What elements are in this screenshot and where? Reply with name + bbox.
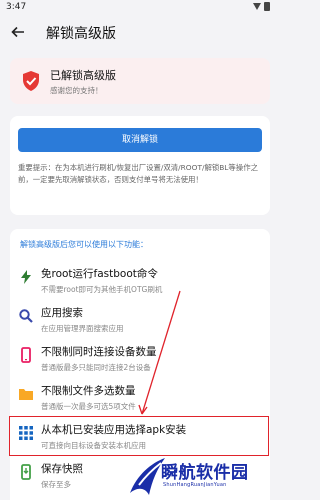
feature-desc: 不需要root即可为其他手机OTG刷机 — [41, 285, 163, 294]
unlock-badge-icon — [23, 71, 39, 91]
feature-title: 应用搜索 — [41, 307, 83, 319]
unlocked-subtitle: 感谢您的支持！ — [50, 86, 103, 95]
feature-fastboot: 免root运行fastboot命令 不需要root即可为其他手机OTG刷机 — [10, 263, 270, 299]
folder-icon — [19, 389, 33, 400]
app-bar: 解锁高级版 — [0, 14, 281, 50]
watermark: 瞬航软件园 ShunHangRuanJianYuan — [127, 455, 277, 499]
status-bar: 3:47 — [0, 0, 281, 14]
cancel-unlock-card: 取消解锁 重要提示：在为本机进行刷机/恢复出厂设置/双清/ROOT/解锁BL等操… — [10, 116, 270, 215]
page-title: 解锁高级版 — [46, 26, 116, 42]
feature-unlimited-devices: 不限制同时连接设备数量 普通版最多只能同时连接2台设备 — [10, 341, 270, 377]
feature-desc: 普通版最多只能同时连接2台设备 — [41, 363, 151, 372]
features-header: 解锁高级版后您可以使用以下功能： — [20, 240, 148, 249]
highlight-box — [9, 416, 269, 456]
feature-desc: 普通版一次最多可选5项文件 — [41, 402, 136, 411]
status-time: 3:47 — [6, 2, 27, 12]
feature-unlimited-multiselect: 不限制文件多选数量 普通版一次最多可选5项文件 — [10, 380, 270, 416]
back-arrow-icon[interactable] — [10, 24, 26, 40]
cancel-unlock-button[interactable]: 取消解锁 — [18, 128, 262, 152]
feature-desc: 保存至多 — [41, 480, 71, 489]
wifi-icon — [253, 3, 261, 10]
feature-title: 不限制同时连接设备数量 — [41, 346, 157, 358]
unlocked-title: 已解锁高级版 — [50, 69, 116, 82]
unlocked-status-card: 已解锁高级版 感谢您的支持！ — [10, 58, 270, 104]
phone-icon — [21, 347, 31, 363]
feature-title: 免root运行fastboot命令 — [41, 268, 158, 280]
important-notice: 重要提示：在为本机进行刷机/恢复出厂设置/双清/ROOT/解锁BL等操作之前，一… — [18, 163, 258, 184]
watermark-text: 瞬航软件园 — [161, 463, 249, 483]
feature-app-search: 应用搜索 在应用管理界面搜索应用 — [10, 302, 270, 338]
feature-title: 不限制文件多选数量 — [41, 385, 136, 397]
feature-title: 保存快照 — [41, 463, 83, 475]
watermark-url: ShunHangRuanJianYuan — [163, 482, 227, 488]
search-icon — [19, 309, 33, 323]
status-icons — [253, 2, 275, 12]
lightning-icon — [21, 270, 31, 284]
battery-icon — [264, 2, 270, 11]
phone-save-icon — [21, 464, 31, 480]
feature-desc: 在应用管理界面搜索应用 — [41, 324, 124, 333]
